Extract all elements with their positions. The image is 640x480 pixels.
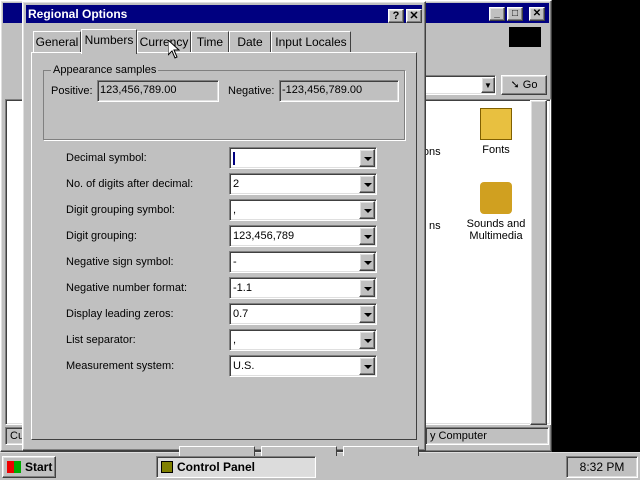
- cp-item-label: Fonts: [482, 144, 510, 156]
- close-icon: ✕: [409, 10, 419, 22]
- chevron-down-icon[interactable]: [359, 331, 375, 349]
- address-dropdown-button[interactable]: ▼: [481, 77, 495, 93]
- chevron-down-icon[interactable]: [359, 227, 375, 245]
- help-button[interactable]: ?: [388, 9, 404, 23]
- task-label: Control Panel: [177, 460, 256, 474]
- digit-grouping-combo[interactable]: 123,456,789: [229, 225, 377, 247]
- list-separator-value[interactable]: ,: [233, 332, 236, 348]
- go-button[interactable]: ➘ Go: [501, 75, 547, 95]
- digit-grouping-label: Digit grouping:: [66, 230, 137, 242]
- decimal-symbol-value[interactable]: [233, 150, 235, 166]
- regional-options-dialog: Regional Options ? ✕ General Numbers Cur…: [22, 1, 426, 456]
- minimize-button[interactable]: _: [489, 7, 505, 21]
- tab-label: Date: [237, 35, 263, 49]
- display-leading-zeros-combo[interactable]: 0.7: [229, 303, 377, 325]
- dialog-title: Regional Options: [28, 7, 128, 21]
- cancel-button[interactable]: [261, 446, 337, 456]
- close-button[interactable]: ✕: [529, 7, 545, 21]
- taskbar-control-panel[interactable]: Control Panel: [156, 456, 316, 478]
- windows-flag-icon: [7, 461, 21, 473]
- digit-grouping-symbol-value[interactable]: ,: [233, 202, 236, 218]
- negative-label: Negative:: [228, 85, 275, 97]
- tab-label: Numbers: [84, 33, 134, 47]
- clock[interactable]: 8:32 PM: [580, 460, 625, 474]
- status-right: y Computer: [425, 427, 549, 445]
- cp-item-fonts[interactable]: Fonts: [456, 108, 536, 156]
- tab-input-locales[interactable]: Input Locales: [271, 31, 351, 53]
- digit-grouping-symbol-combo[interactable]: ,: [229, 199, 377, 221]
- appearance-samples-legend: Appearance samples: [51, 64, 159, 76]
- tab-currency[interactable]: Currency: [137, 31, 191, 53]
- text-caret: [233, 151, 235, 165]
- digits-after-decimal-combo[interactable]: 2: [229, 173, 377, 195]
- vertical-scrollbar[interactable]: [530, 100, 547, 425]
- arrow-cursor-icon: [167, 38, 181, 59]
- display-leading-zeros-value[interactable]: 0.7: [233, 306, 248, 322]
- tab-general[interactable]: General: [33, 31, 81, 53]
- tab-label: General: [35, 35, 79, 49]
- apply-button[interactable]: [343, 446, 419, 456]
- go-label: Go: [522, 79, 538, 91]
- dialog-titlebar[interactable]: Regional Options ? ✕: [26, 5, 422, 23]
- negative-sign-symbol-label: Negative sign symbol:: [66, 256, 174, 268]
- negative-number-format-value[interactable]: -1.1: [233, 280, 252, 296]
- list-separator-label: List separator:: [66, 334, 136, 346]
- dialog-close-button[interactable]: ✕: [406, 9, 422, 23]
- control-panel-icon: [161, 461, 173, 473]
- negative-sign-symbol-value[interactable]: -: [233, 254, 237, 270]
- chevron-down-icon[interactable]: [359, 357, 375, 375]
- digit-grouping-symbol-label: Digit grouping symbol:: [66, 204, 175, 216]
- negative-number-format-label: Negative number format:: [66, 282, 188, 294]
- digit-grouping-value[interactable]: 123,456,789: [233, 228, 294, 244]
- tab-time[interactable]: Time: [191, 31, 229, 53]
- decimal-symbol-label: Decimal symbol:: [66, 152, 147, 164]
- tab-label: Currency: [139, 35, 189, 49]
- ok-button[interactable]: [179, 446, 255, 456]
- measurement-system-label: Measurement system:: [66, 360, 175, 372]
- cp-item-sounds[interactable]: Sounds and Multimedia: [456, 182, 536, 242]
- speaker-icon: [480, 182, 512, 214]
- positive-sample: 123,456,789.00: [97, 80, 219, 102]
- tab-label: Input Locales: [275, 35, 347, 49]
- negative-sample: -123,456,789.00: [279, 80, 399, 102]
- positive-label: Positive:: [51, 85, 93, 97]
- chevron-down-icon[interactable]: [359, 253, 375, 271]
- chevron-down-icon[interactable]: [359, 201, 375, 219]
- cp-item-label: Sounds and Multimedia: [466, 218, 526, 242]
- go-icon: ➘: [510, 79, 520, 91]
- measurement-system-value[interactable]: U.S.: [233, 358, 254, 374]
- tab-label: Time: [196, 35, 224, 49]
- decimal-symbol-combo[interactable]: [229, 147, 377, 169]
- negative-sign-symbol-combo[interactable]: -: [229, 251, 377, 273]
- windows-logo-icon: [509, 27, 541, 47]
- start-label: Start: [25, 460, 53, 474]
- negative-number-format-combo[interactable]: -1.1: [229, 277, 377, 299]
- chevron-down-icon[interactable]: [359, 149, 375, 167]
- chevron-down-icon[interactable]: [359, 175, 375, 193]
- digits-after-decimal-value[interactable]: 2: [233, 176, 239, 192]
- maximize-button[interactable]: □: [507, 7, 523, 21]
- digits-after-decimal-label: No. of digits after decimal:: [66, 178, 194, 190]
- display-leading-zeros-label: Display leading zeros:: [66, 308, 174, 320]
- measurement-system-combo[interactable]: U.S.: [229, 355, 377, 377]
- taskbar: Start Control Panel 8:32 PM: [0, 452, 640, 480]
- list-separator-combo[interactable]: ,: [229, 329, 377, 351]
- system-tray: 8:32 PM: [566, 456, 638, 478]
- chevron-down-icon[interactable]: [359, 279, 375, 297]
- start-button[interactable]: Start: [2, 456, 56, 478]
- help-icon: ?: [392, 10, 400, 22]
- fonts-folder-icon: [480, 108, 512, 140]
- chevron-down-icon[interactable]: [359, 305, 375, 323]
- tab-numbers[interactable]: Numbers: [81, 29, 137, 54]
- tab-date[interactable]: Date: [229, 31, 271, 53]
